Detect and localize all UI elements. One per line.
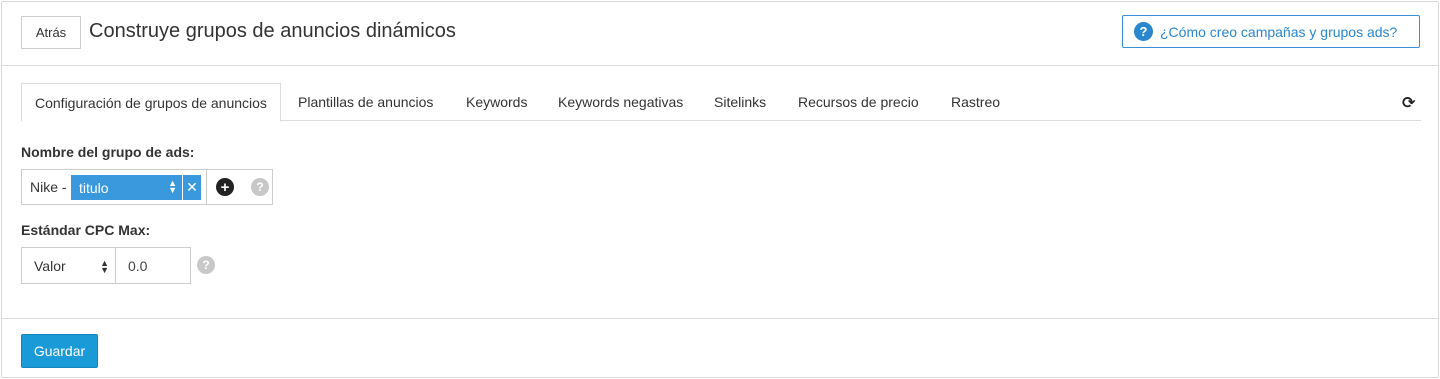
cpc-mode-value: Valor	[34, 257, 66, 274]
page-title: Construye grupos de anuncios dinámicos	[89, 20, 456, 42]
tab-sitelinks[interactable]: Sitelinks	[714, 83, 766, 121]
name-prefix-text[interactable]: Nike -	[22, 170, 71, 204]
ad-group-name-field: Nike - titulo ▲ ▼ ✕ +	[21, 169, 273, 205]
tab-ad-group-settings[interactable]: Configuración de grupos de anuncios	[21, 83, 281, 122]
tab-bar: Configuración de grupos de anuncios Plan…	[21, 83, 1421, 122]
cpc-value-input[interactable]	[116, 248, 190, 283]
refresh-icon[interactable]: ⟳	[1402, 93, 1415, 113]
name-variable-select[interactable]: titulo ▲ ▼	[71, 175, 182, 200]
ad-group-name-label: Nombre del grupo de ads:	[21, 144, 195, 160]
back-button[interactable]: Atrás	[21, 16, 81, 49]
plus-circle-icon: +	[216, 178, 234, 196]
help-hint-icon[interactable]: ?	[251, 178, 269, 196]
sort-caret-icon: ▲ ▼	[168, 178, 177, 195]
name-variable-value: titulo	[79, 179, 109, 196]
cpc-mode-select[interactable]: Valor ▲ ▼	[22, 248, 116, 283]
save-button[interactable]: Guardar	[21, 334, 98, 368]
help-button-label: ¿Cómo creo campañas y grupos ads?	[1160, 23, 1398, 40]
sort-caret-icon: ▲ ▼	[100, 258, 109, 275]
help-hint-icon[interactable]: ?	[197, 256, 215, 274]
tab-keywords[interactable]: Keywords	[466, 83, 527, 121]
remove-variable-icon[interactable]: ✕	[182, 175, 201, 200]
tab-price-assets[interactable]: Recursos de precio	[798, 83, 919, 121]
question-circle-icon: ?	[1134, 22, 1153, 41]
ad-group-builder-panel: Atrás Construye grupos de anuncios dinám…	[1, 1, 1439, 378]
tab-negative-keywords[interactable]: Keywords negativas	[558, 83, 683, 121]
cpc-max-field: Valor ▲ ▼	[21, 247, 191, 284]
tab-ad-templates[interactable]: Plantillas de anuncios	[298, 83, 433, 121]
footer-divider	[2, 318, 1438, 319]
help-button[interactable]: ? ¿Cómo creo campañas y grupos ads?	[1122, 15, 1420, 48]
cpc-max-label: Estándar CPC Max:	[21, 222, 151, 238]
tab-tracking[interactable]: Rastreo	[951, 83, 1000, 121]
header: Atrás Construye grupos de anuncios dinám…	[2, 2, 1438, 66]
